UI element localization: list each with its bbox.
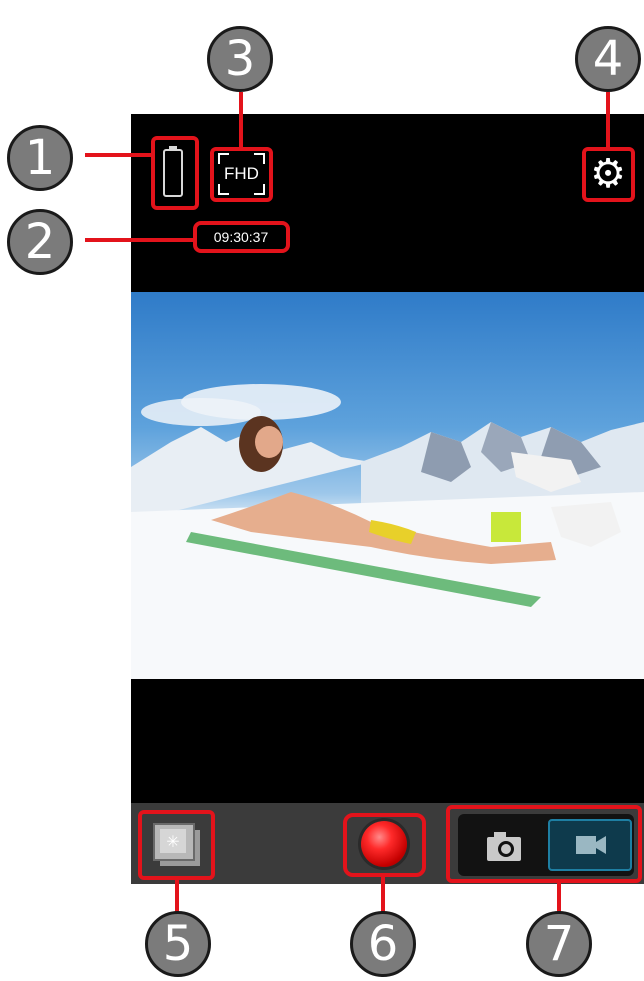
callout-1-line	[85, 153, 151, 157]
callout-7: 7	[526, 911, 592, 977]
callout-7-line	[557, 883, 561, 914]
settings-highlight	[582, 147, 635, 202]
mode-toggle-highlight	[446, 805, 642, 883]
callout-5: 5	[145, 911, 211, 977]
callout-1: 1	[7, 125, 73, 191]
record-highlight	[343, 813, 426, 877]
callout-6: 6	[350, 911, 416, 977]
resolution-highlight	[210, 147, 273, 202]
callout-4-line	[606, 92, 610, 147]
callout-2: 2	[7, 209, 73, 275]
callout-3-line	[239, 92, 243, 147]
callout-5-line	[175, 880, 179, 914]
callout-2-line	[85, 238, 193, 242]
callout-3: 3	[207, 26, 273, 92]
time-highlight	[193, 221, 290, 253]
callout-6-line	[381, 877, 385, 914]
viewfinder-image	[131, 292, 644, 679]
battery-highlight	[151, 136, 199, 210]
callout-4: 4	[575, 26, 641, 92]
gallery-highlight	[138, 810, 215, 880]
